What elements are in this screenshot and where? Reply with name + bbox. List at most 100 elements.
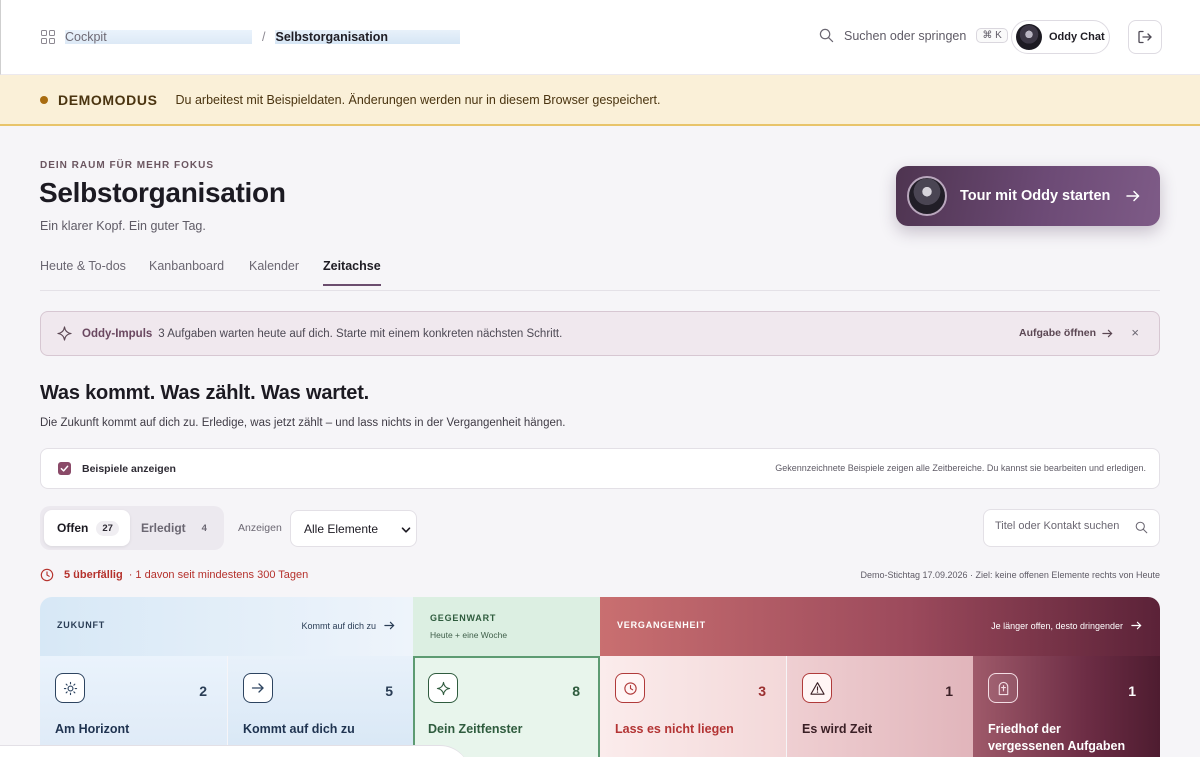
search-shortcut-badge: ⌘ K xyxy=(976,28,1008,43)
page-title: Selbstorganisation xyxy=(39,177,286,208)
show-examples-checkbox[interactable] xyxy=(58,462,71,475)
sun-icon xyxy=(55,673,85,703)
examples-hint: Gekennzeichnete Beispiele zeigen alle Ze… xyxy=(775,463,1146,473)
card-label: Friedhof der vergessenen Aufgaben xyxy=(988,722,1126,753)
arrow-right-icon xyxy=(1102,329,1113,337)
timeline-card-am-horizont[interactable]: 2 Am Horizont xyxy=(40,656,227,757)
demo-status-dot xyxy=(40,95,48,104)
impulse-label: Oddy-Impuls xyxy=(82,327,153,340)
logout-button[interactable] xyxy=(1128,20,1162,54)
timeline-board: ZUKUNFT Kommt auf dich zu GEGENWART Heut… xyxy=(40,597,1160,757)
zone-present-subtitle: Heute + eine Woche xyxy=(430,630,508,640)
bottom-overlay-panel xyxy=(0,745,470,757)
clock-icon xyxy=(40,568,54,582)
overdue-detail: · 1 davon seit mindestens 300 Tagen xyxy=(128,569,309,581)
segment-done-count: 4 xyxy=(201,522,207,534)
examples-toggle-box: Beispiele anzeigen Gekennzeichnete Beisp… xyxy=(40,448,1160,489)
tab-kanbanboard[interactable]: Kanbanboard xyxy=(149,259,224,284)
start-tour-label: Tour mit Oddy starten xyxy=(960,188,1111,204)
segment-done-label: Erledigt xyxy=(141,521,186,535)
zone-future-hint: Kommt auf dich zu xyxy=(301,620,395,631)
segment-done[interactable]: Erledigt 4 xyxy=(140,510,213,546)
arrow-right-icon xyxy=(243,673,273,703)
demo-mode-text: Du arbeitest mit Beispieldaten. Änderung… xyxy=(175,92,661,107)
oddy-chat-label: Oddy Chat xyxy=(1049,31,1105,43)
chevron-down-icon xyxy=(401,527,411,533)
timeline-card-friedhof[interactable]: 1 Friedhof der vergessenen Aufgaben xyxy=(973,656,1160,757)
segment-open-label: Offen xyxy=(57,521,89,535)
overdue-summary: 5 überfällig · 1 davon seit mindestens 3… xyxy=(40,568,308,582)
page-eyebrow: DEIN RAUM FÜR MEHR FOKUS xyxy=(40,160,214,171)
section-tabs: Heute & To-dos Kanbanboard Kalender Zeit… xyxy=(40,252,1160,291)
oddy-robot-avatar xyxy=(907,176,947,216)
card-label: Lass es nicht liegen xyxy=(615,722,734,736)
element-type-value: Alle Elemente xyxy=(304,521,379,536)
zone-future-hint-label: Kommt auf dich zu xyxy=(301,620,376,631)
timeline-section-title: Was kommt. Was zählt. Was wartet. xyxy=(40,382,370,404)
zone-header-past: VERGANGENHEIT Je länger offen, desto dri… xyxy=(600,597,1160,656)
show-filter-label: Anzeigen xyxy=(238,522,282,534)
tab-heute-todos[interactable]: Heute & To-dos xyxy=(40,259,126,284)
page-subtitle: Ein klarer Kopf. Ein guter Tag. xyxy=(40,219,206,233)
card-count: 2 xyxy=(199,683,207,699)
warning-icon xyxy=(802,673,832,703)
tombstone-icon xyxy=(988,673,1018,703)
timeline-card-dein-zeitfenster[interactable]: 8 Dein Zeitfenster xyxy=(413,656,600,757)
timeline-card-es-wird-zeit[interactable]: 1 Es wird Zeit xyxy=(787,656,973,757)
breadcrumb: Cockpit / Selbstorganisation xyxy=(41,30,461,44)
timeline-card-kommt-auf-dich-zu[interactable]: 5 Kommt auf dich zu xyxy=(228,656,413,757)
card-count: 3 xyxy=(758,683,766,699)
show-examples-label[interactable]: Beispiele anzeigen xyxy=(82,463,176,475)
search-icon xyxy=(1135,521,1148,534)
card-label: Am Horizont xyxy=(55,722,130,736)
oddy-chat-button[interactable]: Oddy Chat xyxy=(1011,20,1110,54)
open-task-link[interactable]: Aufgabe öffnen xyxy=(1019,327,1113,339)
timeline-section-subtitle: Die Zukunft kommt auf dich zu. Erledige,… xyxy=(40,417,566,429)
sparkle-icon xyxy=(428,673,458,703)
global-search-label: Suchen oder springen xyxy=(844,28,967,43)
breadcrumb-root[interactable]: Cockpit xyxy=(65,30,252,44)
oddy-impulse-bar: Oddy-Impuls 3 Aufgaben warten heute auf … xyxy=(40,311,1160,356)
arrow-right-icon xyxy=(384,621,395,630)
oddy-avatar xyxy=(1016,24,1042,50)
element-type-select[interactable]: Alle Elemente xyxy=(290,510,417,547)
clock-icon xyxy=(615,673,645,703)
timeline-card-lass-es-nicht-liegen[interactable]: 3 Lass es nicht liegen xyxy=(600,656,786,757)
zone-present-title: GEGENWART xyxy=(430,613,497,623)
zone-future-title: ZUKUNFT xyxy=(57,620,106,630)
logout-icon xyxy=(1138,30,1152,44)
status-segmented-control: Offen 27 Erledigt 4 xyxy=(40,506,224,550)
demo-reference-date: Demo-Stichtag 17.09.2026 · Ziel: keine o… xyxy=(860,570,1160,580)
zone-header-future: ZUKUNFT Kommt auf dich zu xyxy=(40,597,413,656)
tab-zeitachse[interactable]: Zeitachse xyxy=(323,259,381,286)
top-bar: Cockpit / Selbstorganisation Suchen oder… xyxy=(0,0,1200,75)
card-count: 5 xyxy=(385,683,393,699)
close-impulse-button[interactable]: × xyxy=(1131,325,1139,340)
arrow-right-icon xyxy=(1126,190,1140,202)
start-tour-button[interactable]: Tour mit Oddy starten xyxy=(896,166,1160,226)
demo-mode-banner: DEMOMODUS Du arbeitest mit Beispieldaten… xyxy=(0,75,1200,126)
breadcrumb-current: Selbstorganisation xyxy=(275,30,461,44)
card-label: Es wird Zeit xyxy=(802,722,873,736)
title-contact-search-input[interactable] xyxy=(995,520,1135,532)
card-count: 1 xyxy=(1128,683,1136,699)
zone-past-hint: Je länger offen, desto dringender xyxy=(991,620,1142,631)
tab-kalender[interactable]: Kalender xyxy=(249,259,299,284)
title-contact-search xyxy=(983,509,1160,547)
impulse-text: 3 Aufgaben warten heute auf dich. Starte… xyxy=(158,327,563,340)
segment-open-count: 27 xyxy=(96,520,119,536)
segment-open[interactable]: Offen 27 xyxy=(44,510,130,546)
open-task-label: Aufgabe öffnen xyxy=(1019,327,1096,339)
card-label: Dein Zeitfenster xyxy=(428,722,523,736)
zone-past-title: VERGANGENHEIT xyxy=(617,620,706,630)
grid-icon[interactable] xyxy=(41,30,55,44)
overdue-count: 5 überfällig xyxy=(64,569,123,581)
card-label: Kommt auf dich zu xyxy=(243,722,355,736)
breadcrumb-separator: / xyxy=(262,30,266,44)
sparkle-icon xyxy=(57,326,72,341)
card-count: 1 xyxy=(945,683,953,699)
zone-header-present: GEGENWART Heute + eine Woche xyxy=(413,597,600,656)
global-search-button[interactable]: Suchen oder springen ⌘ K xyxy=(819,28,1008,43)
card-count: 8 xyxy=(572,683,580,699)
demo-mode-title: DEMOMODUS xyxy=(58,91,158,108)
